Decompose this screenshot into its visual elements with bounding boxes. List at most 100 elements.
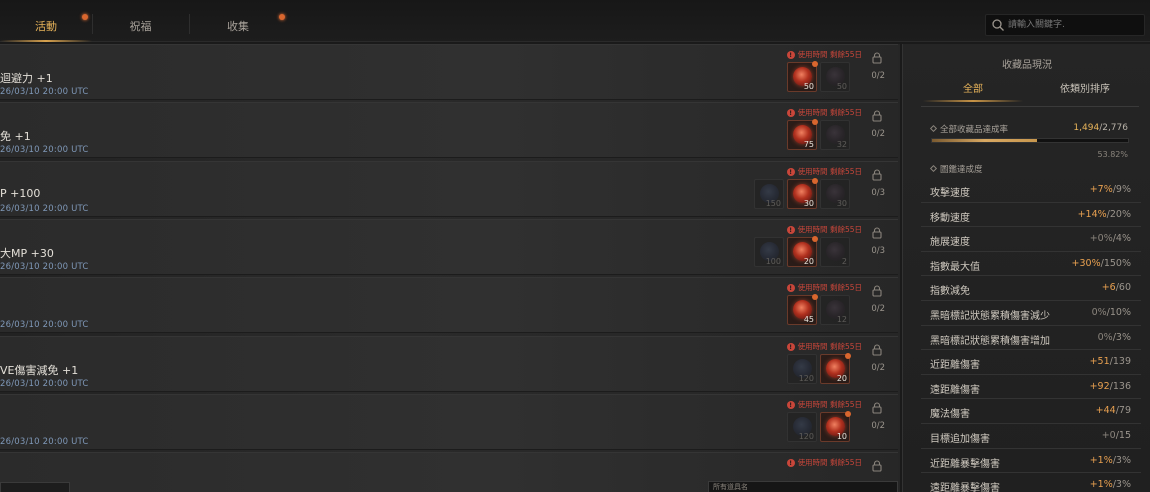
lock-icon[interactable] (872, 460, 882, 472)
stat-value: +6/60 (1102, 282, 1131, 293)
panel-tab-by-category[interactable]: 依類別排序 (1035, 82, 1135, 104)
tab-activity-label: 活動 (35, 20, 57, 33)
stat-name: 魔法傷害 (930, 409, 970, 421)
material-slot[interactable]: 120 (787, 353, 817, 384)
activity-row-date: 26/03/10 20:00 UTC (0, 87, 89, 97)
expiry-warning: ! 使用時間 剩餘55日 (786, 224, 862, 235)
stat-value: +14%/20% (1078, 209, 1131, 220)
material-slot[interactable]: 150 (754, 178, 784, 209)
activity-row-title: VE傷害減免 +1 (0, 363, 79, 377)
stat-row: 指數減免 +6/60 (921, 276, 1141, 301)
expiry-warning: ! 使用時間 剩餘55日 (786, 457, 862, 468)
tab-collection[interactable]: 收集 (190, 0, 286, 40)
tab-activity[interactable]: 活動 (0, 0, 92, 42)
lock-icon[interactable] (872, 402, 882, 414)
codex-progress-label-text: 圖鑑達成度 (940, 165, 983, 175)
lock-icon[interactable] (872, 52, 882, 64)
panel-tab-all[interactable]: 全部 (923, 82, 1023, 104)
stat-value: +1%/3% (1090, 455, 1131, 466)
stat-max: /79 (1115, 405, 1131, 417)
stat-row: 移動速度 +14%/20% (921, 203, 1141, 228)
bottom-left-control[interactable] (0, 482, 70, 492)
activity-list[interactable]: 迴避力 +1 26/03/10 20:00 UTC! 使用時間 剩餘55日 0/2 50… (0, 44, 900, 492)
material-slot[interactable]: 2 (820, 236, 850, 267)
search-box[interactable] (985, 14, 1145, 36)
material-quantity: 20 (836, 373, 847, 383)
stat-current: +0% (1089, 233, 1113, 245)
stat-name: 移動速度 (930, 212, 970, 224)
material-slot[interactable]: 50 (820, 62, 850, 92)
material-quantity: 30 (803, 198, 814, 208)
activity-row[interactable]: 迴避力 +1 26/03/10 20:00 UTC! 使用時間 剩餘55日 0/2 50… (0, 44, 898, 100)
stat-value: 0%/10% (1092, 307, 1131, 318)
material-slot[interactable]: 75 (787, 119, 818, 151)
stat-current: +14% (1077, 208, 1107, 220)
slot-notification-dot (812, 61, 818, 67)
stat-row: 黑暗標記狀態累積傷害減少 0%/10% (921, 301, 1141, 326)
warning-icon: ! (786, 109, 795, 118)
stat-name: 近距離傷害 (930, 360, 980, 372)
slot-notification-dot (845, 410, 851, 417)
collection-rate-percent: 53.82% (1097, 150, 1128, 159)
collection-rate-current: 1,494 (1073, 123, 1100, 133)
warning-icon: ! (786, 459, 795, 468)
stat-max: /20% (1106, 208, 1131, 220)
stat-value: +0/15 (1102, 430, 1131, 441)
activity-row[interactable]: 免 +1 26/03/10 20:00 UTC! 使用時間 剩餘55日 0/2 75 32 (0, 102, 898, 159)
activity-row[interactable]: VE傷害減免 +1 26/03/10 20:00 UTC! 使用時間 剩餘55日 0/… (0, 335, 898, 392)
lock-icon[interactable] (872, 110, 882, 122)
material-slot[interactable]: 50 (787, 61, 818, 92)
item-name-dropdown[interactable]: 所有道具名 (708, 481, 898, 492)
expiry-warning: ! 使用時間 剩餘55日 (786, 282, 862, 293)
tab-blessing[interactable]: 祝福 (93, 0, 188, 40)
expiry-warning-text: 使用時間 剩餘55日 (797, 166, 862, 176)
material-slot[interactable]: 20 (787, 235, 818, 267)
activity-row[interactable]: 26/03/10 20:00 UTC! 使用時間 剩餘55日 0/2 45 12 (0, 277, 898, 334)
warning-icon: ! (786, 284, 795, 293)
slot-notification-dot (812, 119, 818, 126)
activity-row-date: 26/03/10 20:00 UTC (0, 261, 89, 272)
activity-row[interactable]: P +100 26/03/10 20:00 UTC! 使用時間 剩餘55日 0/3 15… (0, 160, 898, 217)
material-quantity: 10 (836, 431, 847, 441)
material-quantity: 30 (836, 198, 847, 208)
lock-icon[interactable] (872, 285, 882, 297)
stat-max: /15 (1115, 430, 1131, 441)
lock-icon[interactable] (872, 343, 882, 356)
stat-value: +1%/3% (1090, 479, 1131, 490)
expiry-warning: ! 使用時間 剩餘55日 (786, 399, 862, 410)
progress-count: 0/3 (871, 245, 885, 256)
stat-max: /3% (1112, 479, 1131, 491)
activity-row-title: 迴避力 +1 (0, 72, 53, 85)
stat-max: /9% (1112, 184, 1131, 195)
lock-icon[interactable] (872, 169, 882, 181)
stat-value: +0%/4% (1090, 233, 1131, 244)
material-slot[interactable]: 100 (754, 236, 784, 267)
material-quantity: 20 (803, 256, 814, 266)
activity-row-date: 26/03/10 20:00 UTC (0, 320, 89, 331)
material-slot[interactable]: 30 (820, 178, 850, 209)
material-slot[interactable]: 20 (820, 352, 851, 384)
progress-count: 0/2 (871, 362, 885, 373)
stat-row: 施展速度 +0%/4% (921, 227, 1141, 252)
material-slot[interactable]: 10 (820, 410, 851, 442)
stat-name: 遠距離暴擊傷害 (930, 483, 1000, 492)
stat-value: +30%/150% (1072, 258, 1131, 269)
material-slot[interactable]: 30 (787, 177, 818, 209)
material-slot[interactable]: 120 (787, 411, 817, 442)
search-input[interactable] (1008, 17, 1138, 33)
tab-collection-notification-dot (279, 14, 285, 20)
lock-icon[interactable] (872, 227, 882, 239)
stat-row: 攻擊速度 +7%/9% (921, 178, 1141, 203)
activity-row[interactable]: 大MP +30 26/03/10 20:00 UTC! 使用時間 剩餘55日 0/3 1… (0, 218, 898, 275)
stat-name: 指數減免 (930, 286, 970, 298)
activity-row[interactable]: 26/03/10 20:00 UTC! 使用時間 剩餘55日 0/2 120 10 (0, 393, 898, 450)
material-slot[interactable]: 12 (820, 295, 850, 326)
material-slot[interactable]: 32 (820, 120, 850, 151)
progress-count: 0/3 (871, 187, 885, 198)
stat-current: +44 (1095, 405, 1116, 417)
material-slot[interactable]: 45 (787, 294, 818, 326)
slot-notification-dot (812, 294, 818, 301)
material-quantity: 120 (798, 373, 814, 383)
stat-current: +30% (1071, 257, 1101, 269)
stat-current: 0% (1097, 331, 1113, 343)
